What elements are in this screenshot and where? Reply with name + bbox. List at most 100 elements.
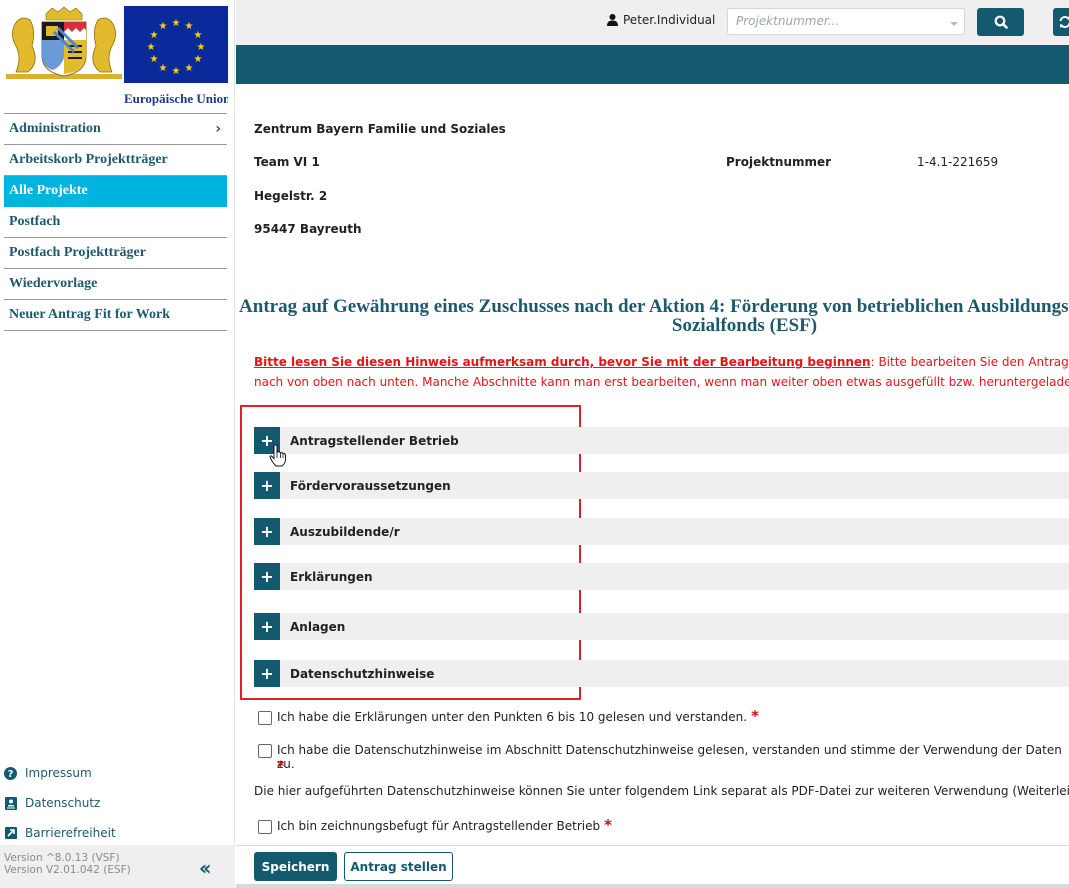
svg-text:★: ★ [185, 63, 194, 74]
eu-flag-icon: ★ ★★ ★★★ ★★★ ★★★ [124, 6, 228, 83]
address-city: 95447 Bayreuth [254, 222, 362, 236]
search-icon [994, 15, 1008, 29]
svg-text:★: ★ [172, 66, 181, 77]
expand-plus-icon[interactable]: + [254, 563, 280, 590]
checkbox-datenschutz[interactable]: Ich habe die Datenschutzhinweise im Absc… [258, 743, 1069, 771]
checkbox[interactable] [258, 820, 272, 834]
sidebar-item-label: Neuer Antrag Fit for Work [9, 307, 170, 322]
user-icon [607, 14, 618, 26]
section-erklaerungen[interactable]: + Erklärungen [254, 563, 1069, 590]
expand-plus-icon[interactable]: + [254, 472, 280, 499]
question-circle-icon: ? [4, 766, 17, 780]
section-datenschutzhinweise[interactable]: + Datenschutzhinweise [254, 660, 1069, 687]
external-link-icon [4, 827, 17, 840]
required-marker: * [604, 816, 612, 834]
checkbox-label: Ich habe die Erklärungen unter den Punkt… [277, 710, 748, 724]
sidebar-item-alle-projekte[interactable]: Alle Projekte [4, 176, 227, 207]
datenschutz-link[interactable]: Datenschutz [4, 788, 227, 818]
privacy-info-text: Die hier aufgeführten Datenschutzhinweis… [254, 784, 1069, 798]
datenschutz-label: Datenschutz [25, 796, 101, 810]
chevron-right-icon: › [215, 121, 221, 137]
svg-text:★: ★ [185, 21, 194, 32]
expand-plus-icon[interactable]: + [254, 660, 280, 687]
checkbox-erklaerungen[interactable]: Ich habe die Erklärungen unter den Punkt… [258, 707, 759, 725]
expand-plus-icon[interactable]: + [254, 427, 280, 454]
svg-text:★: ★ [159, 21, 168, 32]
address-street: Hegelstr. 2 [254, 189, 328, 203]
logo-area: ★ ★ ★ ★ ★ ★ ★ ★ ★ ★ ★ ★ Europäische Union [0, 0, 235, 113]
dropdown-caret-icon [950, 22, 958, 26]
sidebar-item-arbeitskorb[interactable]: Arbeitskorb Projektträger [4, 145, 227, 176]
version-vsf: Version ^8.0.13 (VSF) [4, 852, 120, 864]
version-info: Version ^8.0.13 (VSF) Version V2.01.042 … [4, 852, 131, 876]
action-bar: Speichern Antrag stellen [236, 845, 1069, 888]
section-title: Fördervoraussetzungen [290, 478, 451, 493]
expand-plus-icon[interactable]: + [254, 613, 280, 640]
sidebar-item-postfach-projekttraeger[interactable]: Postfach Projektträger [4, 238, 227, 269]
impressum-link[interactable]: ? Impressum [4, 758, 227, 788]
svg-text:★: ★ [147, 42, 156, 53]
refresh-icon [1059, 16, 1069, 28]
user-name: Peter.Individual [623, 13, 716, 27]
sidebar-item-label: Administration [9, 121, 101, 136]
form-title: Antrag auf Gewährung eines Zuschusses na… [236, 297, 1069, 335]
svg-text:★: ★ [150, 54, 159, 65]
search-button[interactable] [977, 8, 1024, 36]
double-chevron-left-icon[interactable]: ‹‹ [199, 856, 212, 880]
sidebar-item-label: Postfach [9, 214, 61, 229]
version-esf: Version V2.01.042 (ESF) [4, 864, 131, 876]
user-info[interactable]: Peter.Individual [607, 13, 715, 27]
project-search-input[interactable]: Projektnummer... [727, 8, 965, 35]
search-placeholder: Projektnummer... [736, 14, 840, 28]
checkbox[interactable] [258, 744, 272, 758]
sidebar-item-label: Arbeitskorb Projektträger [9, 152, 168, 167]
sidebar-item-neuer-antrag[interactable]: Neuer Antrag Fit for Work [4, 300, 227, 331]
section-antragstellender-betrieb[interactable]: + Antragstellender Betrieb [254, 427, 1069, 454]
sidebar-item-wiedervorlage[interactable]: Wiedervorlage [4, 269, 227, 300]
svg-text:★: ★ [194, 54, 203, 65]
section-title: Anlagen [290, 619, 346, 634]
svg-text:★: ★ [150, 30, 159, 41]
coat-of-arms-icon [6, 6, 122, 79]
notice-text: Bitte lesen Sie diesen Hinweis aufmerksa… [254, 352, 1069, 392]
sidebar-item-label: Postfach Projektträger [9, 245, 146, 260]
required-marker: * [277, 759, 285, 775]
checkbox-label: Ich bin zeichnungsbefugt für Antragstell… [277, 819, 601, 833]
section-anlagen[interactable]: + Anlagen [254, 613, 1069, 640]
svg-text:★: ★ [194, 30, 203, 41]
checkbox-zeichnungsbefugt[interactable]: Ich bin zeichnungsbefugt für Antragstell… [258, 816, 612, 834]
section-title: Auszubildende/r [290, 524, 400, 539]
section-title: Antragstellender Betrieb [290, 433, 459, 448]
sidebar: ★ ★ ★ ★ ★ ★ ★ ★ ★ ★ ★ ★ Europäische Union Admini… [0, 0, 235, 888]
section-title: Datenschutzhinweise [290, 666, 435, 681]
main-content: Zentrum Bayern Familie und Soziales Team… [236, 84, 1069, 845]
address-team: Team VI 1 [254, 155, 320, 169]
required-marker: * [751, 707, 759, 725]
form-title-line2: Sozialfonds (ESF) [671, 315, 818, 336]
sidebar-item-administration[interactable]: Administration › [4, 114, 227, 145]
sidebar-item-postfach[interactable]: Postfach [4, 207, 227, 238]
header-band [236, 45, 1069, 84]
expand-plus-icon[interactable]: + [254, 518, 280, 545]
sidebar-footer-links: ? Impressum Datenschutz Barrierefreiheit [4, 758, 227, 848]
svg-text:?: ? [8, 769, 14, 780]
svg-text:★: ★ [197, 42, 206, 53]
barrierefreiheit-label: Barrierefreiheit [25, 826, 116, 840]
barrierefreiheit-link[interactable]: Barrierefreiheit [4, 818, 227, 848]
refresh-button[interactable] [1053, 8, 1069, 36]
form-title-line1: Antrag auf Gewährung eines Zuschusses na… [239, 296, 1069, 317]
section-foerdervoraussetzungen[interactable]: + Fördervoraussetzungen [254, 472, 1069, 499]
address-org: Zentrum Bayern Familie und Soziales [254, 122, 506, 136]
privacy-icon [4, 796, 17, 810]
svg-text:★: ★ [159, 63, 168, 74]
save-button[interactable]: Speichern [254, 852, 337, 881]
checkbox[interactable] [258, 711, 272, 725]
submit-application-button[interactable]: Antrag stellen [344, 852, 453, 881]
notice-lead: Bitte lesen Sie diesen Hinweis aufmerksa… [254, 355, 871, 369]
section-auszubildende[interactable]: + Auszubildende/r [254, 518, 1069, 545]
svg-text:★: ★ [172, 18, 181, 29]
section-title: Erklärungen [290, 569, 373, 584]
top-bar: Peter.Individual Projektnummer... [236, 0, 1069, 45]
sidebar-nav: Administration › Arbeitskorb Projektträg… [4, 113, 227, 331]
checkbox-label: Ich habe die Datenschutzhinweise im Absc… [277, 743, 1062, 771]
